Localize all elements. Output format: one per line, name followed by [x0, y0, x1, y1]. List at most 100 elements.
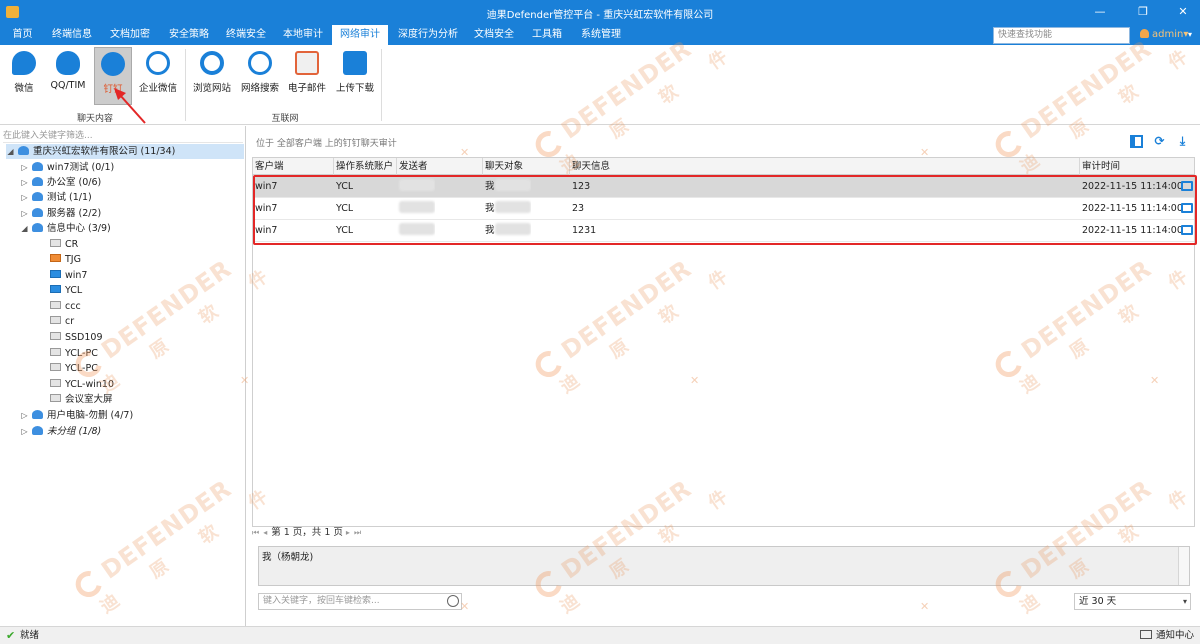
computer-icon [50, 270, 61, 278]
dingtalk-icon [101, 52, 125, 76]
web-search-icon [248, 51, 272, 75]
cell-message: 1231 [572, 225, 597, 236]
tree-filter-input[interactable]: 在此键入关键字筛选... [3, 128, 243, 143]
column-header[interactable]: 聊天信息 [570, 158, 1080, 175]
ribbon-button-browse[interactable]: 浏览网站 [190, 47, 234, 105]
cell-message: 123 [572, 181, 591, 192]
tree-client-label: win7 [65, 270, 88, 281]
tree-root-label: 重庆兴虹宏软件有限公司 (11/34) [33, 146, 176, 157]
download-icon[interactable]: ⤓ [1176, 135, 1189, 148]
menu-terminal-info[interactable]: 终端信息 [45, 25, 99, 45]
notification-center[interactable]: 通知中心 [1139, 627, 1194, 644]
tree-group-win7test[interactable]: ▷ win7测试 (0/1) [20, 160, 114, 175]
date-range-select[interactable]: 近 30 天 ▾ [1074, 593, 1191, 610]
menu-system-admin[interactable]: 系统管理 [573, 25, 629, 45]
tree-client[interactable]: YCL-win10 [50, 377, 114, 392]
column-header[interactable]: 聊天对象 [483, 158, 570, 175]
tree-client[interactable]: win7 [50, 268, 87, 283]
search-icon[interactable] [447, 595, 459, 607]
ribbon-collapse-icon[interactable]: ▾ [1183, 25, 1197, 45]
ribbon-button-wechat[interactable]: 微信 [6, 47, 42, 105]
cell-target-text: 我 [485, 225, 495, 236]
tree-client[interactable]: SSD109 [50, 330, 103, 345]
expand-icon[interactable]: ▷ [20, 206, 29, 221]
table-row[interactable]: win7 YCL 我 1231 2022-11-15 11:14:00 [253, 220, 1194, 242]
minimize-button[interactable]: — [1085, 3, 1115, 21]
first-page-icon[interactable]: ⏮ [252, 528, 259, 538]
ribbon-button-upload-download[interactable]: 上传下载 [333, 47, 377, 105]
expand-icon[interactable]: ▷ [20, 175, 29, 190]
menu-local-audit[interactable]: 本地审计 [277, 25, 329, 45]
tree-group-test[interactable]: ▷ 测试 (1/1) [20, 190, 92, 205]
audit-content-panel: 位于 全部客户端 上的钉钉聊天审计 ⟳ ⤓ 客户端 操作系统账户 发送者 聊天对… [247, 126, 1200, 626]
column-header[interactable]: 客户端 [253, 158, 334, 175]
tree-group-user-pcs[interactable]: ▷ 用户电脑-勿删 (4/7) [20, 408, 133, 423]
menu-security-policy[interactable]: 安全策略 [161, 25, 217, 45]
menu-deep-behavior[interactable]: 深度行为分析 [393, 25, 463, 45]
message-detail: 我（杨朝龙) [258, 546, 1190, 586]
ribbon-button-wecom[interactable]: 企业微信 [136, 47, 180, 105]
tree-client[interactable]: YCL-PC [50, 361, 98, 376]
group-icon [32, 426, 44, 435]
tree-client[interactable]: cr [50, 314, 74, 329]
monitor-icon[interactable] [1181, 203, 1193, 213]
message-detail-text: 我（杨朝龙) [262, 552, 314, 563]
restore-button[interactable]: ❐ [1128, 3, 1158, 21]
expand-icon[interactable]: ▷ [20, 190, 29, 205]
tree-group-ungrouped[interactable]: ▷ 未分组 (1/8) [20, 424, 101, 439]
menu-home[interactable]: 首页 [5, 25, 40, 45]
expand-icon[interactable]: ▷ [20, 408, 29, 423]
upload-download-icon [343, 51, 367, 75]
ribbon-button-web-search[interactable]: 网络搜索 [238, 47, 282, 105]
tree-client[interactable]: ccc [50, 299, 81, 314]
cell-message: 23 [572, 203, 585, 214]
menu-network-audit[interactable]: 网络审计 [332, 25, 388, 45]
message-scrollbar[interactable] [1178, 547, 1189, 585]
quick-search-input[interactable]: 快速查找功能 [993, 27, 1130, 44]
collapse-icon[interactable]: ◢ [20, 221, 29, 236]
expand-icon[interactable]: ▷ [20, 160, 29, 175]
tree-client-label: YCL-PC [65, 363, 98, 374]
tree-client[interactable]: TJG [50, 252, 81, 267]
prev-page-icon[interactable]: ◂ [263, 528, 267, 537]
tree-client[interactable]: 会议室大屏 [50, 392, 113, 407]
close-button[interactable]: ✕ [1168, 3, 1198, 21]
redacted-block [399, 223, 435, 235]
tree-root[interactable]: ◢ 重庆兴虹宏软件有限公司 (11/34) [6, 144, 244, 159]
column-header[interactable]: 发送者 [397, 158, 483, 175]
keyword-search-input[interactable]: 键入关键字，按回车键检索... [258, 593, 462, 610]
ready-check-icon: ✔ [6, 629, 16, 642]
ribbon-button-qq[interactable]: QQ/TIM [45, 47, 91, 105]
next-page-icon[interactable]: ▸ [346, 528, 350, 537]
ribbon-button-email[interactable]: 电子邮件 [285, 47, 329, 105]
monitor-icon[interactable] [1181, 181, 1193, 191]
cell-time: 2022-11-15 11:14:00 [1082, 225, 1183, 236]
tree-group-info-center[interactable]: ◢ 信息中心 (3/9) [20, 221, 111, 236]
collapse-icon[interactable]: ◢ [6, 144, 15, 159]
refresh-icon[interactable]: ⟳ [1153, 135, 1166, 148]
wechat-icon [12, 51, 36, 75]
title-bar: 迪果Defender管控平台 - 重庆兴虹宏软件有限公司 — ❐ ✕ [0, 0, 1200, 25]
menu-toolbox[interactable]: 工具箱 [525, 25, 569, 45]
menu-doc-encrypt[interactable]: 文档加密 [104, 25, 156, 45]
layout-icon[interactable] [1130, 135, 1143, 148]
tree-group-server[interactable]: ▷ 服务器 (2/2) [20, 206, 101, 221]
monitor-icon[interactable] [1181, 225, 1193, 235]
column-header[interactable]: 审计时间 [1080, 158, 1194, 175]
tree-client[interactable]: CR [50, 237, 78, 252]
menu-terminal-security[interactable]: 终端安全 [220, 25, 272, 45]
keyword-placeholder: 键入关键字，按回车键检索... [263, 596, 380, 606]
tree-group-office[interactable]: ▷ 办公室 (0/6) [20, 175, 101, 190]
tree-client[interactable]: YCL-PC [50, 346, 98, 361]
column-header[interactable]: 操作系统账户 [334, 158, 397, 175]
table-row[interactable]: win7 YCL 我 123 2022-11-15 11:14:00 [253, 176, 1194, 198]
expand-icon[interactable]: ▷ [20, 424, 29, 439]
table-row[interactable]: win7 YCL 我 23 2022-11-15 11:14:00 [253, 198, 1194, 220]
last-page-icon[interactable]: ⏭ [354, 528, 361, 538]
menu-doc-security[interactable]: 文档安全 [468, 25, 520, 45]
computer-icon [50, 348, 61, 356]
ribbon-button-dingtalk[interactable]: 钉钉 [94, 47, 132, 105]
cell-account: YCL [336, 181, 354, 192]
tree-client[interactable]: YCL [50, 283, 82, 298]
user-menu[interactable]: admin▾ [1140, 25, 1188, 45]
